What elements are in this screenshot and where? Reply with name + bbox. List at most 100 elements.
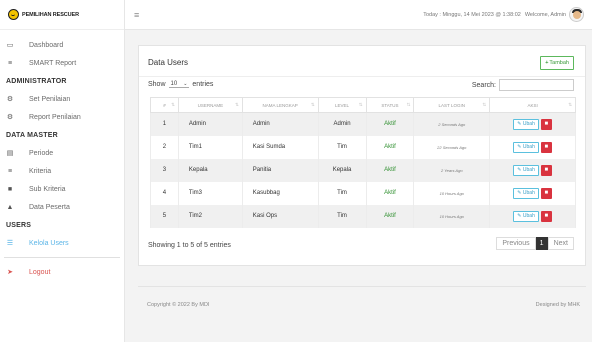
delete-button[interactable]: ■ (540, 210, 552, 222)
column-header-username[interactable]: USERNAME ⇅ (177, 97, 243, 113)
cell-status: Aktif (365, 158, 415, 182)
sidebar-divider (4, 257, 120, 258)
sidebar-item-smart-report[interactable]: ≡ SMART Report (0, 54, 124, 72)
avatar[interactable] (569, 7, 584, 22)
sidebar-item-label: Sub Kriteria (29, 185, 66, 193)
delete-button[interactable]: ■ (540, 187, 552, 199)
table-header-row: # ⇅ USERNAME ⇅ NAMA LENGKAP ⇅ LEVEL ⇅ STATUS… (150, 97, 576, 113)
edit-button[interactable]: ✎ Ubah (513, 210, 539, 222)
trash-icon: ■ (544, 121, 549, 128)
delete-button[interactable]: ■ (540, 118, 552, 130)
cell-nama: Kasi Sumda (241, 135, 319, 159)
search-label: Search: (471, 81, 496, 89)
cell-last-login: 22 Seconds Ago (413, 135, 491, 159)
column-header-status[interactable]: STATUS ⇅ (365, 97, 415, 113)
sidebar-item-report-penilaian[interactable]: ⚙ Report Penilaian (0, 108, 124, 126)
sidebar-item-kelola-users[interactable]: ☰ Kelola Users (0, 234, 124, 252)
delete-button[interactable]: ■ (540, 164, 552, 176)
cell-no: 4 (150, 181, 179, 205)
plus-icon: + (545, 60, 549, 66)
page-1-button[interactable]: 1 (535, 237, 548, 250)
cell-aksi: ✎ Ubah ■ (489, 112, 576, 136)
cell-username: Admin (177, 112, 243, 136)
sidebar-item-label: Logout (29, 268, 51, 276)
sidebar-item-logout[interactable]: ➤ Logout (0, 263, 124, 281)
column-header-level[interactable]: LEVEL ⇅ (317, 97, 367, 113)
sort-icon: ⇅ (310, 102, 315, 107)
edit-button[interactable]: ✎ Ubah (513, 118, 539, 130)
entries-select[interactable]: 10 ⌄ (168, 81, 190, 88)
sort-icon: ⇅ (568, 102, 572, 107)
delete-button[interactable]: ■ (540, 141, 552, 153)
cell-last-login: 2 Seconds Ago (413, 112, 491, 136)
sort-icon: ⇅ (406, 102, 411, 107)
sidebar-item-label: Set Penilaian (29, 95, 71, 103)
sidebar-heading-administrator: ADMINISTRATOR (6, 77, 67, 85)
welcome-text[interactable]: Welcome, Admin (525, 12, 566, 18)
cell-username: Tim3 (177, 181, 243, 205)
sidebar-item-label: SMART Report (29, 59, 77, 67)
trash-icon: ■ (544, 167, 549, 173)
sidebar-item-label: Report Penilaian (29, 113, 81, 121)
cell-no: 2 (150, 135, 179, 159)
cell-status: Aktif (365, 204, 415, 228)
monitor-icon: ▭ (6, 42, 14, 49)
sidebar-item-dashboard[interactable]: ▭ Dashboard (0, 36, 124, 54)
sidebar-item-periode[interactable]: ▤ Periode (0, 144, 124, 162)
add-user-button[interactable]: + Tambah (540, 56, 574, 70)
search-input[interactable] (499, 79, 574, 91)
sidebar-item-data-peserta[interactable]: ▲ Data Peserta (0, 198, 124, 216)
logout-icon: ➤ (7, 269, 13, 276)
footer: Copyright © 2022 By MDI Designed by MHK (138, 286, 586, 326)
brand-name: PEMILIHAN RESCUER (22, 11, 79, 18)
cell-no: 5 (150, 204, 179, 228)
sidebar-item-label: Periode (29, 149, 54, 157)
sidebar-heading-data-master: DATA MASTER (6, 131, 58, 139)
list-icon: ≡ (7, 167, 13, 175)
trash-icon: ■ (544, 190, 549, 196)
cell-level: Kepala (317, 158, 367, 182)
table-info: Showing 1 to 5 of 5 entries (148, 242, 231, 249)
sidebar-nav: ▭ Dashboard ≡ SMART Report ADMINISTRATOR… (0, 30, 124, 281)
cell-nama: Kasi Ops (241, 204, 319, 228)
sidebar-item-label: Kriteria (29, 167, 52, 175)
smiley-logo-icon (8, 9, 19, 20)
cell-nama: Kasubbag (241, 181, 319, 205)
edit-button[interactable]: ✎ Ubah (513, 141, 539, 153)
edit-button[interactable]: ✎ Ubah (513, 164, 539, 176)
column-header-nama-lengkap[interactable]: NAMA LENGKAP ⇅ (241, 97, 319, 113)
column-header-no[interactable]: # ⇅ (150, 97, 179, 113)
sidebar-item-set-penilaian[interactable]: ⚙ Set Penilaian (0, 90, 124, 108)
cell-last-login: 10 Hours Ago (413, 181, 491, 205)
settings-icon: ⚙ (6, 114, 14, 121)
designed-by-text: Designed by MHK (535, 302, 580, 308)
list-icon: ≡ (7, 59, 13, 67)
cell-status: Aktif (365, 112, 415, 136)
cell-last-login: 10 Hours Ago (413, 204, 491, 228)
edit-button[interactable]: ✎ Ubah (513, 187, 539, 199)
cell-username: Tim2 (177, 204, 243, 228)
entries-select-value: 10 (170, 81, 178, 87)
show-label: Show (148, 81, 166, 88)
next-page-button[interactable]: Next (547, 237, 574, 250)
column-header-last-login[interactable]: LAST LOGIN ⇅ (413, 97, 491, 113)
user-icon: ▲ (6, 203, 14, 211)
previous-page-button[interactable]: Previous (496, 237, 536, 250)
sort-icon: ⇅ (171, 102, 175, 107)
cell-level: Tim (317, 181, 367, 205)
cell-level: Tim (317, 204, 367, 228)
sidebar-item-kriteria[interactable]: ≡ Kriteria (0, 162, 124, 180)
cell-status: Aktif (365, 135, 415, 159)
hamburger-menu-icon[interactable]: ≡ (134, 10, 139, 20)
cell-level: Tim (317, 135, 367, 159)
table-row: 5 Tim2 Kasi Ops Tim Aktif 10 Hours Ago ✎… (150, 204, 576, 228)
topbar: ≡ Today : Minggu, 14 Mei 2023 @ 1:38:02 … (125, 0, 592, 30)
trash-icon: ■ (544, 213, 549, 219)
calendar-icon: ▤ (6, 150, 14, 157)
sidebar: PEMILIHAN RESCUER ▭ Dashboard ≡ SMART Re… (0, 0, 125, 342)
sidebar-item-sub-kriteria[interactable]: ■ Sub Kriteria (0, 180, 124, 198)
table-row: 3 Kepala Panitia Kepala Aktif 2 Years Ag… (150, 158, 576, 182)
column-header-aksi[interactable]: AKSI ⇅ (489, 97, 576, 113)
data-users-card: Data Users + Tambah Show 10 ⌄ entries Se… (138, 45, 586, 266)
brand[interactable]: PEMILIHAN RESCUER (0, 0, 124, 30)
